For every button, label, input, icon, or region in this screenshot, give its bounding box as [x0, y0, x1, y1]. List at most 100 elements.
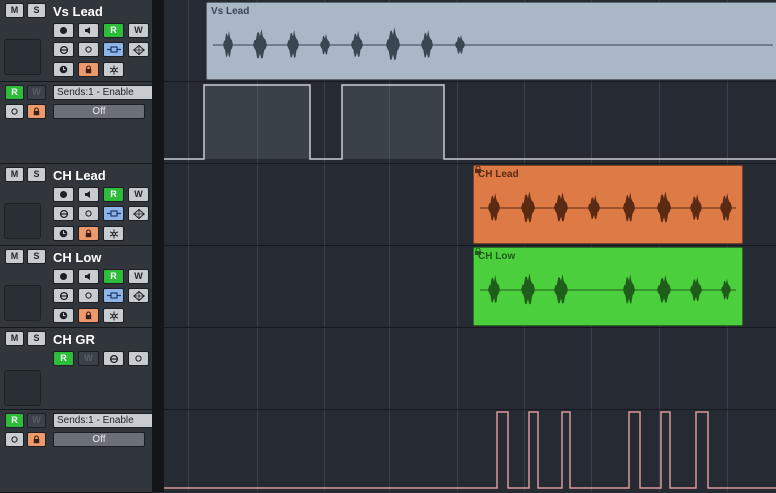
monitor-button[interactable]: [78, 269, 99, 284]
track-picture-slot[interactable]: [4, 285, 41, 321]
lock-button[interactable]: [78, 308, 99, 323]
record-icon: [59, 272, 68, 281]
track-list-divider[interactable]: [152, 0, 164, 492]
audio-event-ch-lead[interactable]: CH Lead: [473, 165, 743, 244]
snowflake-button[interactable]: [103, 62, 124, 77]
automation-lane-button[interactable]: [5, 104, 24, 119]
snowflake-button[interactable]: [103, 308, 124, 323]
write-automation-button[interactable]: W: [128, 269, 149, 284]
track-picture-slot[interactable]: [4, 39, 41, 75]
audio-event-vs-lead[interactable]: Vs Lead: [206, 2, 776, 80]
track-ch-low[interactable]: M S CH Low R W: [0, 246, 152, 328]
lane-icon: [10, 107, 19, 116]
edit-icon: [59, 209, 69, 219]
edit-channel-button[interactable]: [53, 206, 74, 221]
track-name[interactable]: Vs Lead: [53, 4, 103, 19]
track-ch-lead[interactable]: M S CH Lead R W: [0, 164, 152, 246]
timebase-icon: [59, 311, 68, 320]
edit-channel-button[interactable]: [103, 351, 124, 366]
automation-lock-button[interactable]: [27, 104, 46, 119]
timebase-icon: [59, 229, 68, 238]
automation-value-field[interactable]: Off: [53, 104, 145, 119]
event-label: CH Lead: [478, 169, 519, 180]
automation-param-select[interactable]: Sends:1 - Enable: [53, 413, 156, 428]
lock-icon: [475, 248, 481, 255]
mute-button[interactable]: M: [5, 3, 24, 18]
snowflake-icon: [109, 229, 119, 239]
mute-button[interactable]: M: [5, 249, 24, 264]
lock-icon: [84, 65, 93, 74]
lanes-button[interactable]: [78, 42, 99, 57]
lane-icon: [84, 291, 93, 300]
write-automation-button[interactable]: W: [78, 351, 99, 366]
automation-read-button[interactable]: R: [5, 413, 24, 428]
track-name[interactable]: CH Low: [53, 250, 101, 265]
solo-button[interactable]: S: [27, 249, 46, 264]
freeze-icon: [132, 290, 145, 301]
lanes-button[interactable]: [128, 351, 149, 366]
write-automation-button[interactable]: W: [128, 23, 149, 38]
timebase-button[interactable]: [53, 226, 74, 241]
record-enable-button[interactable]: [53, 23, 74, 38]
lane-icon: [10, 435, 19, 444]
write-automation-button[interactable]: W: [128, 187, 149, 202]
inserts-button[interactable]: [103, 206, 124, 221]
lanes-button[interactable]: [78, 206, 99, 221]
track-picture-slot[interactable]: [4, 370, 41, 406]
record-enable-button[interactable]: [53, 187, 74, 202]
freeze-button[interactable]: [128, 206, 149, 221]
edit-channel-button[interactable]: [53, 288, 74, 303]
automation-param-select[interactable]: Sends:1 - Enable: [53, 85, 156, 100]
lanes-button[interactable]: [78, 288, 99, 303]
automation-lock-button[interactable]: [27, 432, 46, 447]
automation-write-button[interactable]: W: [27, 85, 46, 100]
read-automation-button[interactable]: R: [103, 187, 124, 202]
solo-button[interactable]: S: [27, 331, 46, 346]
lock-icon: [84, 311, 93, 320]
lock-button[interactable]: [78, 226, 99, 241]
snowflake-icon: [109, 311, 119, 321]
track-name[interactable]: CH GR: [53, 332, 95, 347]
inserts-button[interactable]: [103, 42, 124, 57]
inserts-button[interactable]: [103, 288, 124, 303]
monitor-button[interactable]: [78, 23, 99, 38]
mute-button[interactable]: M: [5, 331, 24, 346]
automation-read-button[interactable]: R: [5, 85, 24, 100]
read-automation-button[interactable]: R: [103, 23, 124, 38]
automation-value-field[interactable]: Off: [53, 432, 145, 447]
inserts-icon: [106, 45, 121, 54]
timebase-button[interactable]: [53, 62, 74, 77]
freeze-button[interactable]: [128, 42, 149, 57]
audio-event-ch-low[interactable]: CH Low: [473, 247, 743, 326]
record-enable-button[interactable]: [53, 269, 74, 284]
automation-write-button[interactable]: W: [27, 413, 46, 428]
read-automation-button[interactable]: R: [103, 269, 124, 284]
monitor-icon: [84, 26, 93, 35]
project-event-display[interactable]: Vs Lead CH Lead CH Low: [164, 0, 776, 492]
lock-icon: [475, 166, 481, 173]
edit-icon: [59, 45, 69, 55]
track-name[interactable]: CH Lead: [53, 168, 106, 183]
freeze-icon: [132, 208, 145, 219]
freeze-button[interactable]: [128, 288, 149, 303]
lane-icon: [84, 209, 93, 218]
automation-lane-button[interactable]: [5, 432, 24, 447]
lane-icon: [134, 354, 143, 363]
record-icon: [59, 26, 68, 35]
automation-ch-gr-sends[interactable]: R W Sends:1 - Enable Off: [0, 410, 156, 493]
timebase-icon: [59, 65, 68, 74]
track-ch-gr[interactable]: M S CH GR R W: [0, 328, 152, 410]
timebase-button[interactable]: [53, 308, 74, 323]
solo-button[interactable]: S: [27, 3, 46, 18]
mute-button[interactable]: M: [5, 167, 24, 182]
track-vs-lead[interactable]: M S Vs Lead R W: [0, 0, 152, 82]
lock-button[interactable]: [78, 62, 99, 77]
snowflake-button[interactable]: [103, 226, 124, 241]
solo-button[interactable]: S: [27, 167, 46, 182]
monitor-button[interactable]: [78, 187, 99, 202]
track-picture-slot[interactable]: [4, 203, 41, 239]
read-automation-button[interactable]: R: [53, 351, 74, 366]
automation-vs-lead-sends[interactable]: R W Sends:1 - Enable Off: [0, 82, 156, 164]
inserts-icon: [106, 209, 121, 218]
edit-channel-button[interactable]: [53, 42, 74, 57]
